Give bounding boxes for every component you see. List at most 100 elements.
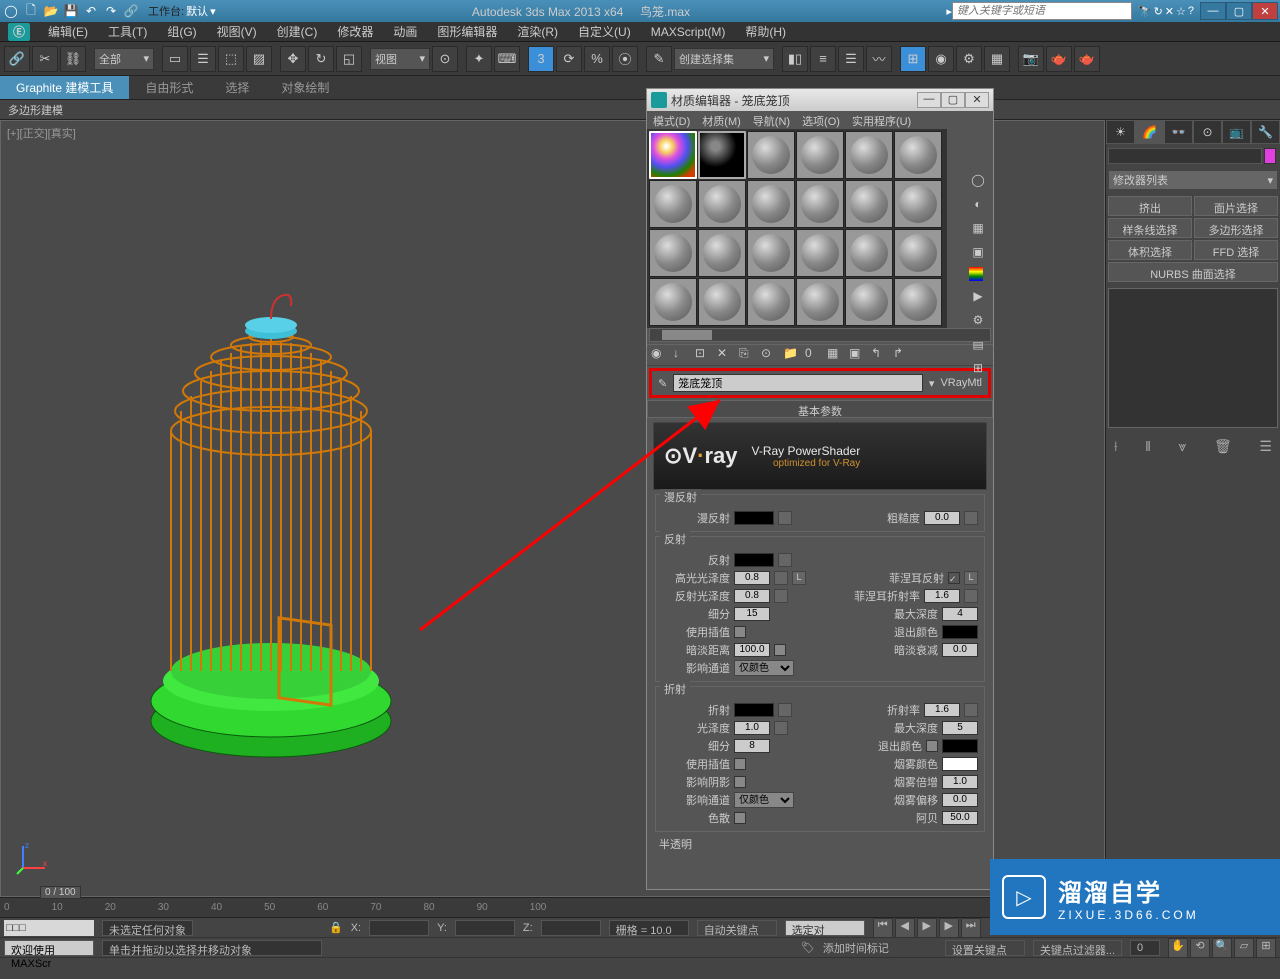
material-slot[interactable] xyxy=(845,278,893,326)
ribbon-tab-paint[interactable]: 对象绘制 xyxy=(265,76,345,99)
material-slot-1[interactable] xyxy=(649,131,697,179)
fresnel-checkbox[interactable] xyxy=(948,572,960,584)
move-tool[interactable]: ✥ xyxy=(280,46,306,72)
welcome-field[interactable]: 欢迎使用 MAXScr xyxy=(4,940,94,956)
material-slot[interactable] xyxy=(649,278,697,326)
modifier-stack[interactable] xyxy=(1108,288,1278,428)
use-interp-checkbox[interactable] xyxy=(734,626,746,638)
btn-vol-select[interactable]: 体积选择 xyxy=(1108,240,1192,260)
dim-falloff-spinner[interactable]: 0.0 xyxy=(942,643,978,657)
new-icon[interactable]: 🗋 xyxy=(22,2,40,20)
material-slot[interactable] xyxy=(796,278,844,326)
fog-bias-spinner[interactable]: 0.0 xyxy=(942,793,978,807)
lock-icon[interactable]: 🔒 xyxy=(329,921,343,934)
diffuse-map-btn[interactable] xyxy=(778,511,792,525)
key-filters-btn[interactable]: 关键点过滤器... xyxy=(1033,940,1122,956)
ref-coord-system[interactable]: 视图▾ xyxy=(370,48,430,70)
undo-icon[interactable]: ↶ xyxy=(82,2,100,20)
btn-spline-select[interactable]: 样条线选择 xyxy=(1108,218,1192,238)
use-center-tool[interactable]: ⊙ xyxy=(432,46,458,72)
material-slot[interactable] xyxy=(796,180,844,228)
star-icon[interactable]: ☆ xyxy=(1176,5,1186,18)
mat-slot-scrollbar[interactable] xyxy=(649,328,991,342)
zoom-icon[interactable]: 🔍 xyxy=(1212,938,1232,958)
script-mini-listener[interactable]: □□□ xyxy=(4,920,94,936)
time-tag-icon[interactable]: 🏷 xyxy=(801,941,815,954)
show-end-icon[interactable]: ▣ xyxy=(849,346,867,364)
exit-color-swatch[interactable] xyxy=(942,625,978,639)
material-slot[interactable] xyxy=(747,229,795,277)
sample-type-icon[interactable]: ◯ xyxy=(969,171,987,189)
material-slot[interactable] xyxy=(894,278,942,326)
next-frame-icon[interactable]: ▶ xyxy=(939,918,959,938)
mat-id-icon[interactable]: 0 xyxy=(805,346,823,364)
make-unique-icon[interactable]: ⊙ xyxy=(761,346,779,364)
link-icon[interactable]: 🔗 xyxy=(122,2,140,20)
play-icon[interactable]: ▶ xyxy=(917,918,937,938)
go-forward-icon[interactable]: ↱ xyxy=(893,346,911,364)
refract-ior-spinner[interactable]: 1.6 xyxy=(924,703,960,717)
reflect-affect-chan-select[interactable]: 仅颜色 xyxy=(734,660,794,676)
refract-glossy-spinner[interactable]: 1.0 xyxy=(734,721,770,735)
material-name-input[interactable] xyxy=(673,374,923,392)
material-slot[interactable] xyxy=(894,180,942,228)
app-menu-icon[interactable]: ◯ xyxy=(2,2,20,20)
mat-menu-material[interactable]: 材质(M) xyxy=(702,113,741,127)
show-end-result-icon[interactable]: ‖ xyxy=(1145,438,1151,455)
auto-key-btn[interactable]: 自动关键点 xyxy=(697,920,777,936)
material-slot[interactable] xyxy=(894,131,942,179)
reflect-glossiness-spinner[interactable]: 0.8 xyxy=(734,589,770,603)
material-type-button[interactable]: VRayMtl xyxy=(940,377,982,389)
select-name-tool[interactable]: ☰ xyxy=(190,46,216,72)
open-icon[interactable]: 📂 xyxy=(42,2,60,20)
material-slot[interactable] xyxy=(698,278,746,326)
fog-color-swatch[interactable] xyxy=(942,757,978,771)
scale-tool[interactable]: ◱ xyxy=(336,46,362,72)
exchange-icon[interactable]: ✕ xyxy=(1165,5,1174,18)
pin-stack-icon[interactable]: ⟊ xyxy=(1114,438,1118,455)
x-coord[interactable] xyxy=(369,920,429,936)
go-parent-icon[interactable]: ↰ xyxy=(871,346,889,364)
menu-help[interactable]: 帮助(H) xyxy=(737,21,794,42)
show-map-icon[interactable]: ▦ xyxy=(827,346,845,364)
align-tool[interactable]: ≡ xyxy=(810,46,836,72)
material-slot[interactable] xyxy=(845,229,893,277)
backlight-icon[interactable]: ◐ xyxy=(969,195,987,213)
eyedropper-icon[interactable]: ✎ xyxy=(658,377,667,390)
z-coord[interactable] xyxy=(541,920,601,936)
material-slot[interactable] xyxy=(796,131,844,179)
refract-exit-checkbox[interactable] xyxy=(926,740,938,752)
reflect-subdiv-spinner[interactable]: 15 xyxy=(734,607,770,621)
bind-tool[interactable]: ⛓ xyxy=(60,46,86,72)
motion-tab-icon[interactable]: ⊙ xyxy=(1193,120,1222,144)
mat-minimize[interactable]: — xyxy=(917,92,941,108)
percent-snap[interactable]: % xyxy=(584,46,610,72)
highlight-glossiness-spinner[interactable]: 0.8 xyxy=(734,571,770,585)
menu-group[interactable]: 组(G) xyxy=(159,21,204,42)
create-tab-icon[interactable]: ☀ xyxy=(1106,120,1135,144)
redo-icon[interactable]: ↷ xyxy=(102,2,120,20)
btn-poly-select[interactable]: 多边形选择 xyxy=(1194,218,1278,238)
hierarchy-tab-icon[interactable]: 👓 xyxy=(1164,120,1193,144)
remove-modifier-icon[interactable]: 🗑 xyxy=(1214,438,1232,455)
name-dropdown-icon[interactable]: ▾ xyxy=(929,377,935,390)
curve-editor-tool[interactable]: 〰 xyxy=(866,46,892,72)
edit-named-sel[interactable]: ✎ xyxy=(646,46,672,72)
make-preview-icon[interactable]: ▶ xyxy=(969,287,987,305)
viewport-label[interactable]: [+][正交][真实] xyxy=(7,125,76,141)
menu-edit[interactable]: 编辑(E) xyxy=(40,21,96,42)
material-slot[interactable] xyxy=(747,131,795,179)
minimize-button[interactable]: — xyxy=(1200,2,1226,20)
modify-tab-icon[interactable]: 🌈 xyxy=(1135,120,1164,144)
material-slot[interactable] xyxy=(845,131,893,179)
named-selection-sets[interactable]: 创建选择集▾ xyxy=(674,48,774,70)
schematic-view[interactable]: ⊞ xyxy=(900,46,926,72)
abbe-spinner[interactable]: 50.0 xyxy=(942,811,978,825)
unlink-tool[interactable]: ✂ xyxy=(32,46,58,72)
configure-sets-icon[interactable]: ☰ xyxy=(1259,438,1272,455)
menu-maxscript[interactable]: MAXScript(M) xyxy=(643,23,734,41)
dispersion-checkbox[interactable] xyxy=(734,812,746,824)
selection-filter[interactable]: 全部▾ xyxy=(94,48,154,70)
mat-maximize[interactable]: ▢ xyxy=(941,92,965,108)
link-tool[interactable]: 🔗 xyxy=(4,46,30,72)
